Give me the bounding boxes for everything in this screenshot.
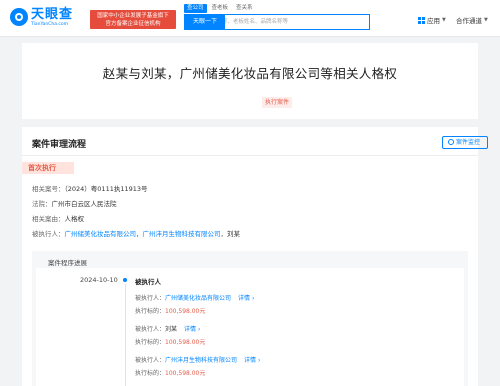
timeline-event: 被执行人	[135, 278, 161, 286]
timeline-date: 2024-10-10	[80, 276, 118, 284]
logo-eye-icon	[10, 8, 28, 26]
logo-domain: TianYanCha.com	[31, 22, 69, 27]
timeline-line	[124, 284, 126, 386]
executed-entry: 被执行人：广州储美化妆品有限公司 详情 ›	[135, 295, 255, 302]
detail-link[interactable]: 详情 ›	[244, 357, 260, 364]
entry-company-link[interactable]: 广州储美化妆品有限公司	[165, 295, 231, 302]
search-tabs: 查公司 查老板 查关系	[184, 4, 256, 13]
detail-link[interactable]: 详情 ›	[238, 295, 254, 302]
case-monitor-button[interactable]: 案件监控	[442, 136, 488, 149]
tab-search-boss[interactable]: 查老板	[209, 4, 232, 13]
stage-tag: 首次执行	[22, 162, 74, 174]
entry-company-link[interactable]: 广州沣月生物科技有限公司	[165, 357, 237, 364]
page-title: 赵某与刘某，广州储美化妆品有限公司等相关人格权	[102, 66, 398, 81]
detail-link[interactable]: 详情 ›	[184, 326, 200, 333]
tab-search-company[interactable]: 查公司	[184, 4, 207, 13]
monitor-icon	[448, 139, 454, 145]
entry-amount: 执行标的：100,598.00元	[135, 308, 206, 315]
divider	[22, 155, 478, 156]
executed-person: 刘某	[227, 230, 240, 238]
search-button[interactable]: 天眼一下	[185, 14, 225, 30]
executed-company-link[interactable]: 广州沣月生物科技有限公司	[143, 230, 221, 238]
chevron-down-icon: ▼	[442, 17, 446, 23]
status-badge: 执行案件	[262, 97, 293, 108]
app-grid-icon	[418, 16, 425, 24]
tianyancha-logo[interactable]: 天眼查 TianYanCha.com	[10, 8, 73, 28]
case-number-row: 相关案号：（2024）粤0111执11913号	[32, 185, 148, 193]
timeline-dot	[123, 278, 127, 282]
progress-title: 案件程序进展	[48, 259, 87, 267]
executed-party-row: 被执行人：广州储美化妆品有限公司，广州沣月生物科技有限公司，刘某	[32, 230, 240, 238]
nav-app[interactable]: 应用 ▼	[418, 15, 446, 25]
executed-entry: 被执行人：刘某 详情 ›	[135, 326, 201, 333]
progress-timeline: 2024-10-10 被执行人 被执行人：广州储美化妆品有限公司 详情 › 执行标…	[36, 268, 464, 386]
executed-company-link[interactable]: 广州储美化妆品有限公司	[65, 230, 137, 238]
executed-entry: 被执行人：广州沣月生物科技有限公司 详情 ›	[135, 357, 261, 364]
entry-amount: 执行标的：100,598.00元	[135, 339, 206, 346]
top-header: 天眼查 TianYanCha.com 国家中小企业发展子基金旗下 官方备案企业征…	[0, 0, 500, 37]
case-process-card: 案件审理流程 案件监控 首次执行 相关案号：（2024）粤0111执11913号…	[22, 127, 488, 386]
chevron-down-icon: ▼	[484, 17, 488, 23]
tab-search-relation[interactable]: 查关系	[233, 4, 256, 13]
court-row: 法院：广州市白云区人民法院	[32, 200, 117, 208]
entry-person: 刘某	[165, 326, 178, 333]
section-title: 案件审理流程	[32, 140, 87, 150]
nav-cooperation[interactable]: 合作通道 ▼	[456, 15, 488, 25]
case-title-card: 赵某与刘某，广州储美化妆品有限公司等相关人格权 执行案件	[22, 43, 478, 119]
case-progress-panel: 案件程序进展 2024-10-10 被执行人 被执行人：广州储美化妆品有限公司详…	[32, 251, 468, 386]
logo-name: 天眼查	[31, 7, 74, 22]
cause-row: 相关案由：人格权	[32, 215, 84, 223]
entry-amount: 执行标的：100,598.00元	[135, 370, 206, 377]
official-banner[interactable]: 国家中小企业发展子基金旗下 官方备案企业征信机构	[90, 10, 176, 29]
